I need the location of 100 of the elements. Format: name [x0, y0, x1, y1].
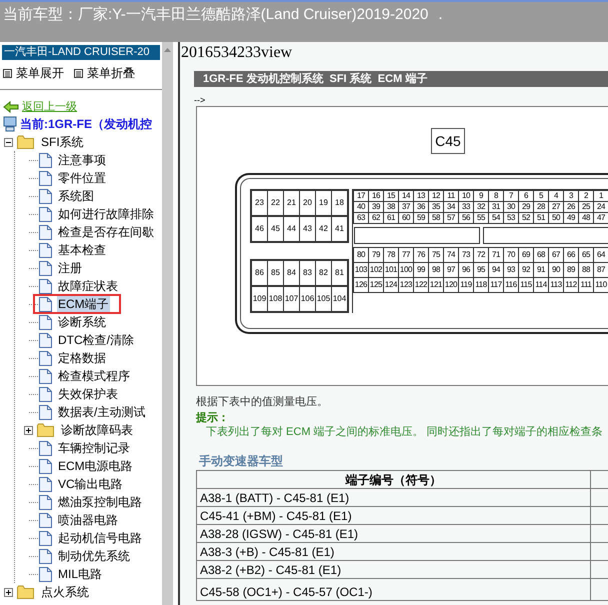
tree-item[interactable]: DTC检查/清除 [57, 331, 135, 349]
document-icon [39, 404, 52, 420]
tree-item[interactable]: 零件位置 [57, 169, 107, 187]
tree-item[interactable]: 检查是否存在间歇 [57, 223, 155, 241]
pin-number: 21 [283, 190, 300, 216]
tree-item[interactable]: SFI系统 [40, 133, 85, 151]
tree-item[interactable]: ECM电源电路 [57, 457, 134, 475]
expand-icon[interactable] [4, 588, 13, 596]
pin-number: 46 [251, 216, 268, 242]
tree-item[interactable]: VC输出电路 [57, 475, 124, 493]
pin-number: 109 [251, 286, 268, 312]
tree-item[interactable]: 定格数据 [57, 349, 107, 367]
tree-item[interactable]: 失效保护表 [57, 385, 119, 403]
pin-number: 53 [503, 212, 519, 224]
tree-item[interactable]: 喷油器电路 [57, 511, 119, 529]
pin-number: 83 [299, 260, 316, 286]
tree-item[interactable]: 系统图 [57, 187, 95, 205]
document-icon [39, 206, 52, 222]
pin-number: 104 [331, 286, 348, 312]
pin-number: 52 [518, 212, 534, 224]
hint-label: 提示： [196, 411, 230, 425]
arrow-left-icon [3, 101, 19, 113]
header-label: 当前车型： [3, 5, 78, 25]
document-icon [39, 566, 52, 582]
table-cell: A38-2 (+B2) - C45-81 (E1) [196, 560, 590, 578]
tree-item[interactable]: 基本检查 [57, 241, 107, 259]
pin-number: 45 [267, 216, 284, 242]
tree-item[interactable]: 诊断系统 [57, 313, 107, 331]
document-icon [39, 530, 52, 546]
folder-icon [17, 585, 34, 599]
pin-number: 61 [383, 212, 399, 224]
pin-number: 43 [299, 216, 316, 242]
menu-icon [3, 68, 12, 78]
document-icon [39, 224, 52, 240]
tree-item[interactable]: 起动机信号电路 [57, 529, 143, 547]
document-icon [39, 314, 52, 330]
pin-number: 50 [548, 212, 564, 224]
document-icon [39, 278, 52, 294]
document-icon [39, 350, 52, 366]
document-icon [39, 242, 52, 258]
document-icon [39, 440, 52, 456]
pin-number: 62 [368, 212, 384, 224]
table-cell: C45-41 (+BM) - C45-81 (E1) [196, 506, 590, 524]
pin-number: 58 [428, 212, 444, 224]
pin-number: 54 [488, 212, 504, 224]
pin-number: 84 [283, 260, 300, 286]
document-icon [39, 494, 52, 510]
table-title: 手动变速器车型 [198, 454, 284, 468]
pin-number: 44 [283, 216, 300, 242]
table-cell: A38-3 (+B) - C45-81 (E1) [196, 542, 590, 560]
pin-number: 107 [283, 286, 300, 312]
collapse-icon[interactable] [4, 138, 13, 146]
scrollbar[interactable] [162, 42, 173, 605]
pin-number: 20 [299, 190, 316, 216]
tree-item[interactable]: 注册 [57, 259, 83, 277]
current-location: 当前:1GR-FE（发动机控 [20, 116, 152, 133]
menu-link[interactable]: 菜单折叠 [87, 64, 135, 82]
expand-icon[interactable] [24, 426, 33, 434]
pin-number: 86 [251, 260, 268, 286]
tree-item[interactable]: 如何进行故障排除 [57, 205, 155, 223]
menu-link[interactable]: 菜单展开 [16, 64, 64, 82]
pin-number: 22 [267, 190, 284, 216]
pin-number: 55 [473, 212, 489, 224]
page-title: 2016534233view [181, 44, 294, 62]
computer-icon [3, 116, 17, 132]
pin-number: 106 [299, 286, 316, 312]
document-icon [39, 332, 52, 348]
tree-item[interactable]: 制动优先系统 [57, 547, 131, 565]
tree-item[interactable]: 检查模式程序 [57, 367, 131, 385]
document-icon [39, 188, 52, 204]
pin-number: 47 [593, 212, 608, 224]
hint-text: 下表列出了每对 ECM 端子之间的标准电压。 同时还指出了每对端子的相应检查条 [205, 425, 604, 439]
pin-number: 56 [458, 212, 474, 224]
document-icon [39, 548, 52, 564]
tree-item[interactable]: 注意事项 [57, 151, 107, 169]
connector-label: C45 [431, 128, 465, 154]
folder-icon [17, 135, 34, 149]
tree-item[interactable]: 点火系统 [40, 583, 90, 601]
pin-number: 126 [353, 277, 369, 293]
sidebar-title: 一汽丰田-LAND CRUISER-20 [2, 45, 160, 60]
pin-number: 48 [578, 212, 594, 224]
table-cell: A38-28 (IGSW) - C45-81 (E1) [196, 524, 590, 542]
tree-item[interactable]: 数据表/主动测试 [57, 403, 146, 421]
pin-number: 51 [533, 212, 549, 224]
document-icon [39, 368, 52, 384]
document-icon [39, 476, 52, 492]
pin-number: 23 [251, 190, 268, 216]
document-icon [39, 152, 52, 168]
back-link[interactable]: 返回上一级 [22, 98, 77, 116]
tree-item[interactable]: 燃油泵控制电路 [57, 493, 143, 511]
pin-number: 82 [315, 260, 332, 286]
table-cell: C45-58 (OC1+) - C45-57 (OC1-) [196, 578, 590, 600]
pin-number: 19 [315, 190, 332, 216]
pin-number: 85 [267, 260, 284, 286]
document-icon [39, 296, 52, 312]
tree-item[interactable]: 诊断故障码表 [60, 421, 134, 439]
tree-item[interactable]: MIL电路 [57, 565, 104, 583]
tree-item[interactable]: 车辆控制记录 [57, 439, 131, 457]
pin-number: 105 [315, 286, 332, 312]
tree-item[interactable]: 故障症状表 [57, 277, 119, 295]
